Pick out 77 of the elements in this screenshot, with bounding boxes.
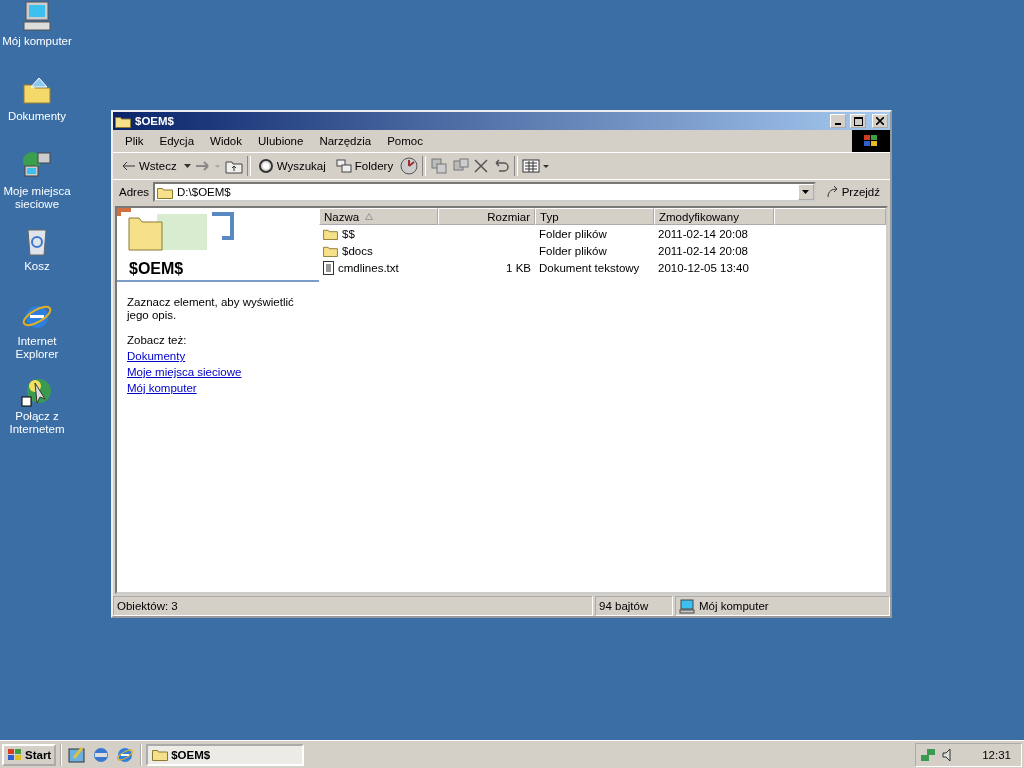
column-header[interactable]: Typ [535, 208, 654, 225]
file-type: Folder plików [539, 244, 607, 257]
caret-icon[interactable] [183, 164, 191, 168]
file-date: 2011-02-14 20:08 [658, 244, 748, 257]
address-label: Adres [119, 186, 150, 198]
menu-item[interactable]: Plik [117, 135, 152, 147]
channels-icon[interactable] [92, 745, 111, 764]
desktop-icon-label[interactable]: Moje miejsca sieciowe [0, 185, 74, 211]
column-header[interactable]: Nazwa [319, 208, 438, 225]
show-desktop-icon[interactable] [68, 745, 87, 764]
desktop-icon-label[interactable]: Internet Explorer [0, 335, 74, 361]
minimize-button[interactable] [830, 114, 846, 128]
dropdown-button[interactable] [797, 184, 814, 200]
delete-icon[interactable] [474, 159, 489, 173]
close-button[interactable] [872, 114, 888, 128]
status-size: 94 bajtów [595, 596, 673, 616]
link[interactable]: Mój komputer [127, 382, 309, 394]
close-icon [876, 117, 884, 125]
maximize-icon [853, 116, 863, 126]
panel-title: $OEM$ [129, 260, 184, 278]
start-button[interactable]: Start [2, 743, 57, 766]
desktop-icon-label[interactable]: Kosz [24, 260, 50, 273]
column-header[interactable]: Rozmiar [438, 208, 535, 225]
windows-logo [7, 747, 23, 762]
status-zone: Mój komputer [699, 600, 769, 612]
status-objects: Obiektów: 3 [113, 596, 593, 616]
computer-icon [679, 598, 695, 614]
back-arrow-icon [122, 161, 136, 171]
history-icon[interactable] [400, 157, 419, 175]
file-name[interactable]: $$ [342, 227, 355, 240]
search-button[interactable]: Wyszukaj [254, 156, 329, 176]
folders-icon [335, 159, 352, 173]
folder-icon [115, 114, 131, 128]
file-name[interactable]: $docs [342, 244, 373, 257]
folder-up-icon[interactable] [224, 158, 243, 174]
folders-button[interactable]: Foldery [332, 157, 397, 175]
go-button[interactable]: Przejdź [819, 182, 886, 202]
file-date: 2010-12-05 13:40 [658, 261, 749, 274]
sort-icon [365, 213, 374, 220]
back-button[interactable]: Wstecz [119, 158, 180, 174]
folder-icon [152, 748, 169, 761]
see-also-label: Zobacz też: [127, 334, 188, 346]
menu-item[interactable]: Ulubione [250, 135, 312, 147]
link[interactable]: Moje miejsca sieciowe [127, 366, 309, 378]
folder-icon [157, 185, 174, 199]
menu-item[interactable]: Widok [202, 135, 250, 147]
file-date: 2011-02-14 20:08 [658, 227, 748, 240]
file-size: 1 KB [506, 261, 531, 274]
menu-item[interactable]: Narzędzia [311, 135, 380, 147]
folder-icon [323, 244, 338, 257]
address-field[interactable]: D:\$OEM$ [153, 182, 816, 202]
menu-item[interactable]: Pomoc [379, 135, 431, 147]
menu-item[interactable]: Edycja [151, 135, 203, 147]
file-type: Dokument tekstowy [539, 261, 640, 274]
text-file-icon [323, 260, 334, 275]
taskbar-button[interactable]: $OEM$ [146, 743, 305, 766]
clock[interactable]: 12:31 [982, 748, 1011, 761]
file-name[interactable]: cmdlines.txt [338, 261, 399, 274]
column-header[interactable]: Zmodyfikowany [654, 208, 774, 225]
search-icon [257, 158, 274, 174]
undo-icon[interactable] [492, 159, 511, 173]
window-title: $OEM$ [135, 115, 175, 127]
windows-logo [852, 130, 890, 152]
folder-icon [21, 75, 53, 107]
folder-icon [323, 227, 338, 240]
desktop-icon-label[interactable]: Połącz z Internetem [0, 410, 74, 436]
description-text: Zaznacz element, aby wyświetlić jego opis. [127, 296, 295, 322]
desktop-icon-label[interactable]: Mój komputer [2, 35, 72, 48]
maximize-button[interactable] [850, 114, 866, 128]
caret-icon [802, 190, 810, 194]
browser-icon[interactable] [116, 745, 135, 764]
file-type: Folder plików [539, 227, 607, 240]
link[interactable]: Dokumenty [127, 350, 309, 362]
computer-icon [21, 0, 53, 32]
go-arrow-icon [825, 185, 840, 199]
views-icon[interactable] [522, 159, 551, 173]
desktop-icon-label[interactable]: Dokumenty [7, 110, 67, 123]
